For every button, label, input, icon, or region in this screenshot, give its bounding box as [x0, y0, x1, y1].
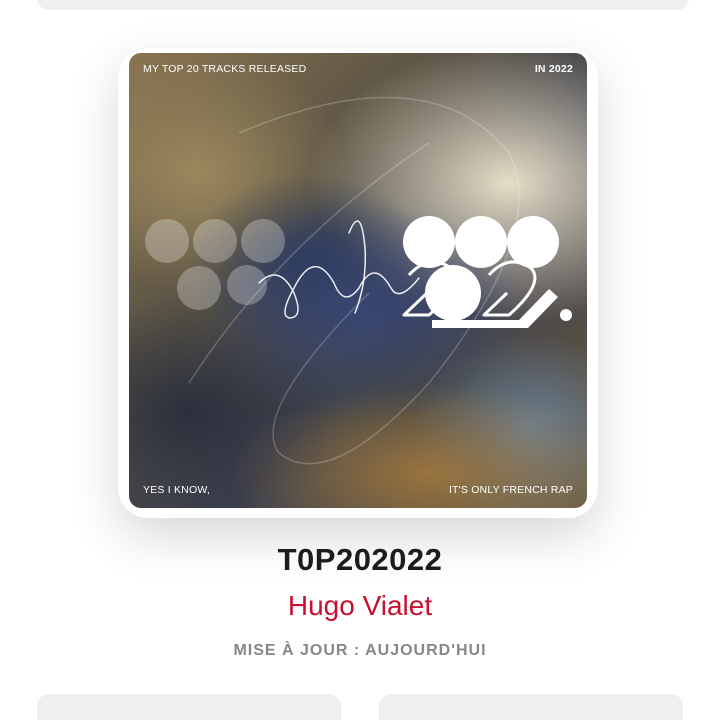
playlist-cover-art[interactable]: MY TOP 20 TRACKS RELEASED IN 2022 YES I … [129, 53, 587, 508]
playlist-updated-label: MISE À JOUR : AUJOURD'HUI [233, 642, 487, 659]
shuffle-button[interactable] [379, 694, 683, 720]
cover-top-left-text: MY TOP 20 TRACKS RELEASED [143, 63, 307, 75]
cover-bottom-right-text: IT'S ONLY FRENCH RAP [448, 484, 573, 496]
cover-top-right-text: IN 2022 [534, 63, 573, 75]
play-button[interactable] [37, 694, 341, 720]
cover-artwork-graphic [145, 96, 572, 465]
playlist-title: T0P202022 [277, 542, 443, 577]
playlist-curator-link[interactable]: Hugo Vialet [0, 590, 720, 622]
cover-bottom-left-text: YES I KNOW, [143, 484, 210, 496]
top-card[interactable] [37, 0, 689, 10]
playlist-page: MY TOP 20 TRACKS RELEASED IN 2022 YES I … [0, 0, 720, 720]
